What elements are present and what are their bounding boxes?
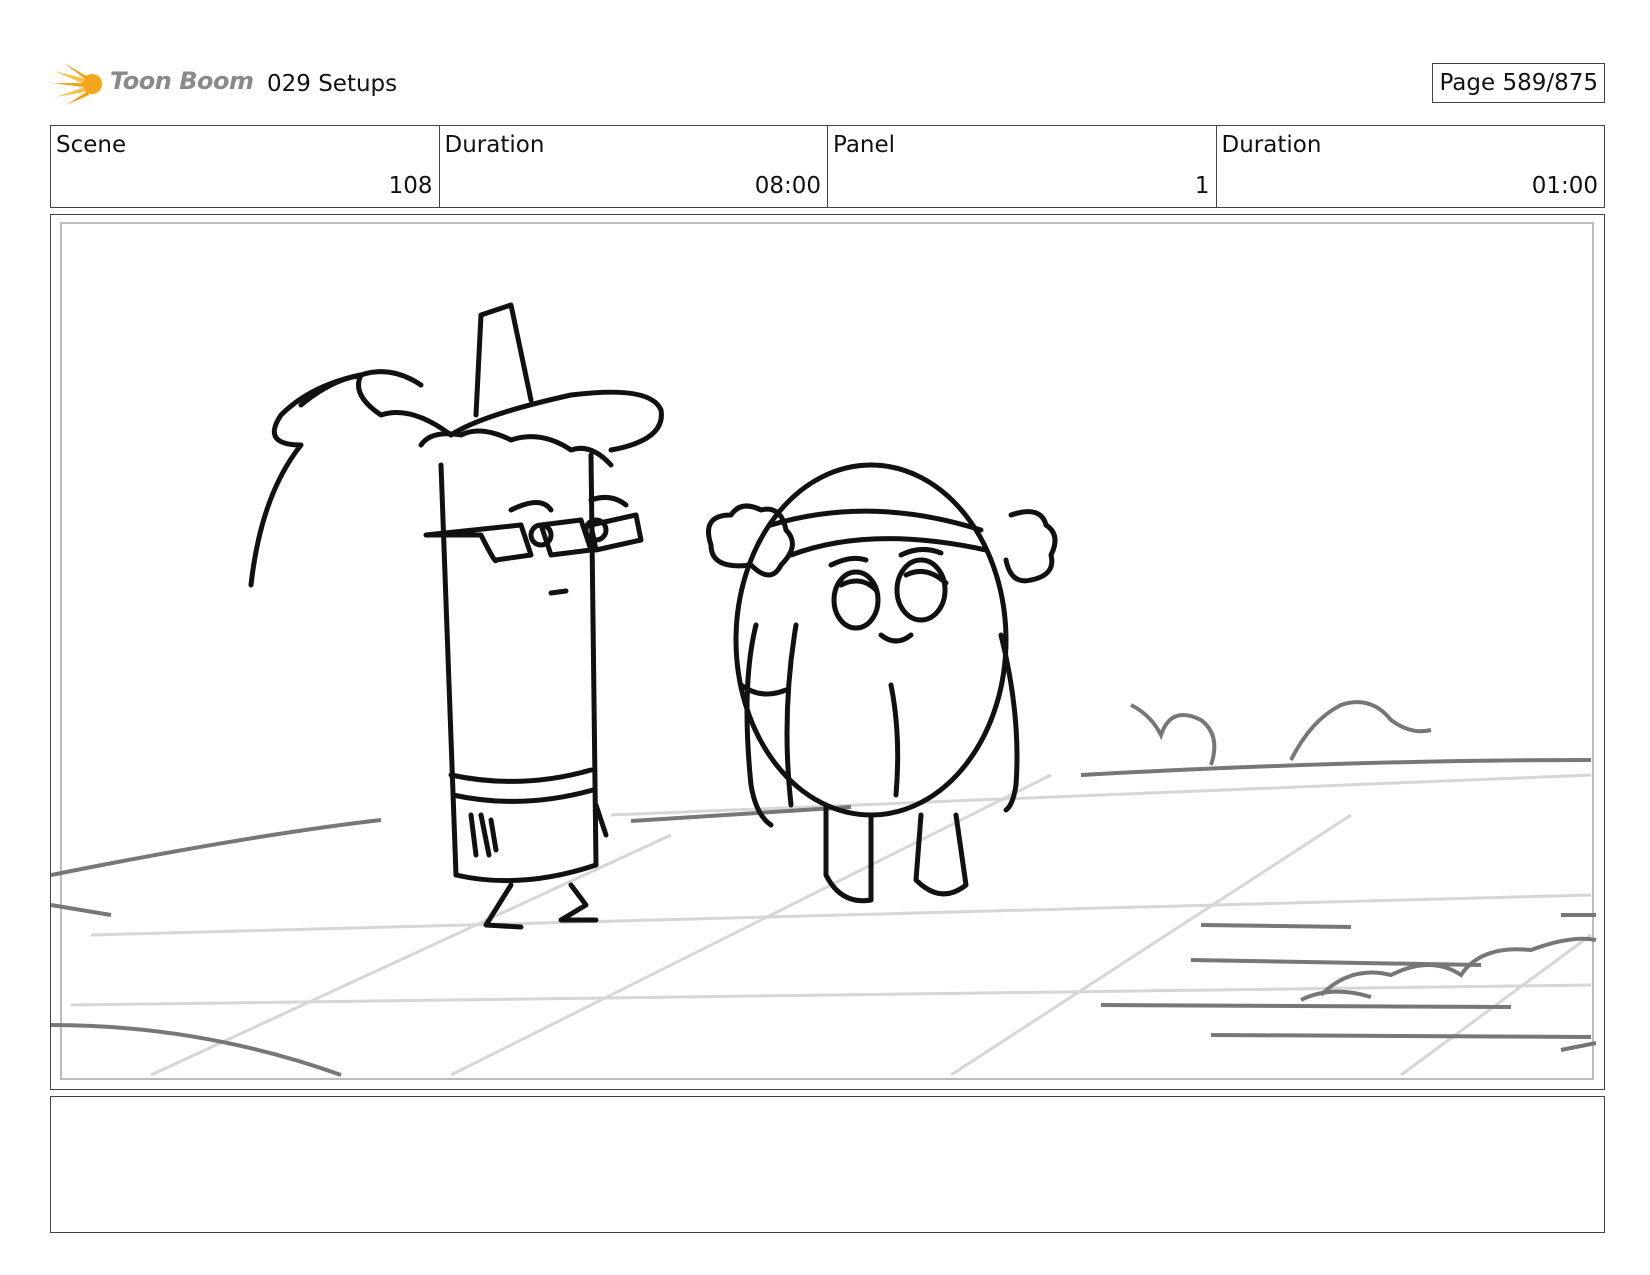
panel-duration-value: 01:00 — [1531, 173, 1598, 199]
panel-value: 1 — [1194, 173, 1210, 199]
scene-cell: Scene 108 — [51, 126, 440, 207]
panel-notes — [50, 1096, 1605, 1233]
panel-duration-cell: Duration 01:00 — [1217, 126, 1605, 207]
toon-boom-logo: Toon Boom — [52, 59, 272, 109]
storyboard-panel — [50, 214, 1605, 1090]
storyboard-sketch — [51, 222, 1597, 1080]
page-indicator: Page 589/875 — [1432, 63, 1605, 103]
logo-text: Toon Boom — [110, 67, 254, 95]
panel-duration-label: Duration — [1221, 132, 1322, 158]
scene-info-table: Scene 108 Duration 08:00 Panel 1 Duratio… — [50, 125, 1605, 208]
panel-label: Panel — [833, 132, 896, 158]
sunburst-icon — [52, 63, 102, 105]
scene-label: Scene — [56, 132, 127, 158]
page-header: Toon Boom 029 Setups Page 589/875 — [50, 55, 1605, 110]
scene-duration-label: Duration — [444, 132, 545, 158]
project-title: 029 Setups — [267, 71, 398, 97]
scene-value: 108 — [388, 173, 433, 199]
panel-cell: Panel 1 — [828, 126, 1217, 207]
scene-duration-cell: Duration 08:00 — [440, 126, 828, 207]
scene-duration-value: 08:00 — [754, 173, 821, 199]
